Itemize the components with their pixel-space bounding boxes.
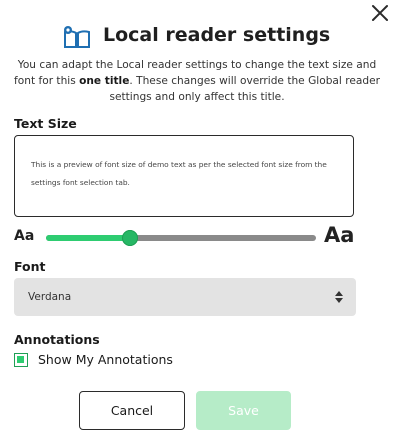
dialog-description: You can adapt the Local reader settings …: [14, 59, 380, 103]
show-annotations-checkbox[interactable]: [14, 353, 28, 367]
font-select-value: Verdana: [28, 291, 72, 303]
dialog-header: Local reader settings: [0, 22, 394, 52]
slider-thumb[interactable]: [121, 230, 138, 246]
font-select[interactable]: Verdana: [14, 278, 356, 316]
text-size-slider[interactable]: [46, 230, 316, 246]
book-settings-icon: [64, 26, 90, 48]
save-button[interactable]: Save: [196, 391, 291, 430]
close-icon: [372, 5, 388, 21]
checkbox-checked-mark: [17, 356, 24, 363]
annotations-label: Annotations: [14, 332, 100, 347]
text-size-min-label: Aa: [14, 228, 35, 244]
font-label: Font: [14, 259, 46, 274]
text-size-max-label: Aa: [324, 223, 355, 247]
cancel-button[interactable]: Cancel: [79, 391, 185, 430]
select-arrows-icon: [335, 291, 343, 303]
description-emphasis: one title: [79, 75, 130, 87]
dialog-title: Local reader settings: [103, 24, 331, 46]
close-button[interactable]: [369, 2, 391, 24]
show-annotations-label: Show My Annotations: [38, 352, 173, 367]
preview-text: This is a preview of font size of demo t…: [31, 160, 327, 187]
slider-fill: [46, 235, 130, 241]
font-preview-box: This is a preview of font size of demo t…: [14, 135, 354, 217]
text-size-label: Text Size: [14, 116, 77, 131]
